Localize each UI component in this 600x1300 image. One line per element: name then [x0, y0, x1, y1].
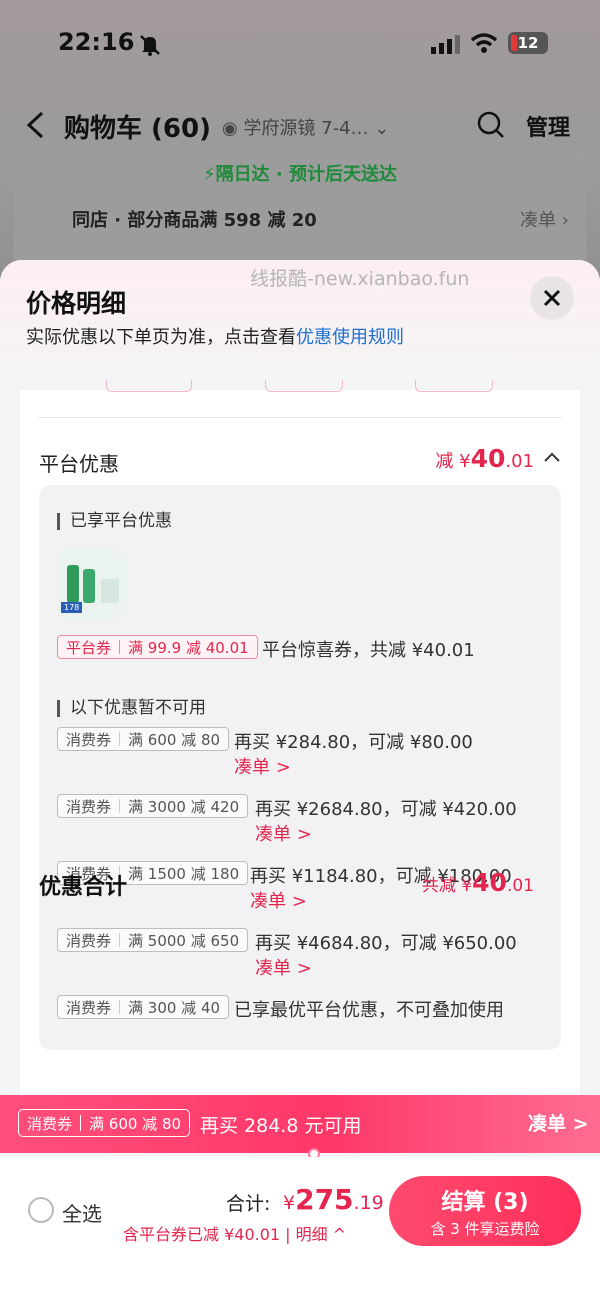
product-bottle	[67, 565, 79, 603]
platform-discount-box: 已享平台优惠 178 平台券满 99.9 减 40.01 平台惊喜券，共减 ¥4…	[39, 485, 561, 1050]
signal-icon	[431, 35, 460, 54]
tag-type: 平台券	[66, 638, 112, 657]
peek-tab	[106, 380, 192, 392]
amount-dec: .01	[505, 451, 534, 472]
express-banner: ⚡隔日达 · 预计后天送达	[202, 164, 397, 185]
address-text: 学府源镜 7-4…	[243, 118, 369, 139]
sum-value: ¥275.19	[283, 1183, 384, 1216]
select-all-radio[interactable]	[28, 1197, 54, 1223]
status-bar: 22:16 12	[0, 28, 600, 62]
tag-type: 消费券	[66, 931, 112, 950]
unavailable-header: 以下优惠暂不可用	[57, 700, 206, 717]
coupon-desc: 再买 ¥284.80，可减 ¥80.00	[234, 732, 473, 753]
bell-muted-icon	[140, 35, 160, 56]
product-bottle	[83, 569, 95, 603]
coupon-tag: 消费券满 3000 减 420	[57, 794, 249, 818]
total-discount-amount: 共减 ¥40.01	[422, 868, 534, 897]
tabs-peek	[20, 380, 580, 394]
shop-cou-label: 凑单	[520, 210, 556, 231]
product-price-tag: 178	[61, 602, 83, 613]
cou-link[interactable]: 凑单 >	[234, 753, 291, 779]
cou-link[interactable]: 凑单 >	[255, 954, 312, 980]
platform-coupon-tag: 平台券满 99.9 减 40.01	[57, 635, 258, 659]
express-text: 隔日达 · 预计后天送达	[215, 164, 397, 185]
checkout-sub: 含 3 件享运费险	[430, 1220, 540, 1238]
sheet-subtitle: 实际优惠以下单页为准，点击查看优惠使用规则	[26, 323, 404, 349]
select-all-label[interactable]: 全选	[62, 1198, 102, 1227]
platform-discount-amount[interactable]: 减 ¥40.01	[435, 444, 534, 473]
back-arrow-icon[interactable]	[24, 110, 46, 140]
search-icon[interactable]	[476, 110, 506, 140]
amount-int: 40	[470, 444, 506, 473]
coupon-bar-cou[interactable]: 凑单 >	[528, 1109, 589, 1136]
battery-indicator: 12	[508, 32, 548, 54]
navbar: 购物车 (60) ◉ 学府源镜 7-4… ⌄ 管理	[0, 100, 600, 150]
enjoyed-header: 已享平台优惠	[57, 513, 172, 530]
tag-rule: 满 600 减 80	[128, 730, 221, 749]
tag-rule: 满 300 减 40	[128, 998, 221, 1017]
tag-rule: 满 1500 减 180	[128, 864, 240, 883]
enjoyed-desc: 平台惊喜券，共减 ¥40.01	[262, 640, 475, 661]
coupon-desc: 已享最优平台优惠，不可叠加使用	[234, 1000, 504, 1021]
address-selector[interactable]: ◉ 学府源镜 7-4… ⌄	[222, 114, 389, 140]
sheet-header: 线报酷-new.xianbao.fun 价格明细 实际优惠以下单页为准，点击查看…	[0, 260, 600, 390]
sheet-subtitle-text: 实际优惠以下单页为准，点击查看	[26, 327, 296, 348]
sum-prefix: ¥	[283, 1192, 296, 1214]
chevron-up-icon[interactable]	[544, 452, 560, 462]
watermark: 线报酷-new.xianbao.fun	[250, 268, 470, 290]
sheet-title: 价格明细	[26, 289, 127, 318]
coupon-bar-text: 再买 284.8 元可用	[200, 1115, 362, 1137]
product-thumbnail[interactable]: 178	[57, 549, 127, 619]
sum-dec: .19	[353, 1192, 384, 1214]
total-dec: .01	[506, 876, 534, 896]
close-icon[interactable]	[530, 276, 574, 320]
sum-label: 合计:	[226, 1193, 271, 1215]
peek-tab	[265, 380, 343, 392]
rules-link[interactable]: 优惠使用规则	[296, 327, 404, 348]
total-int: 40	[472, 868, 507, 897]
status-time: 22:16	[58, 28, 135, 56]
tag-type: 消费券	[66, 730, 112, 749]
tag-rule: 满 600 减 80	[89, 1114, 182, 1133]
page-title: 购物车 (60)	[64, 114, 211, 144]
tag-rule: 满 3000 减 420	[128, 797, 240, 816]
manage-button[interactable]: 管理	[526, 110, 570, 142]
tag-type: 消费券	[66, 998, 112, 1017]
tag-type: 消费券	[66, 797, 112, 816]
coupon-desc: 再买 ¥4684.80，可减 ¥650.00	[255, 933, 517, 954]
checkout-bar: 全选 合计: ¥275.19 含平台券已减 ¥40.01 | 明细 ^ 结算 (…	[0, 1157, 600, 1300]
coupon-tag: 消费券满 5000 减 650	[57, 928, 249, 952]
sum-int: 275	[295, 1183, 354, 1216]
checkout-button[interactable]: 结算 (3) 含 3 件享运费险	[389, 1176, 581, 1246]
detail-toggle[interactable]: 含平台券已减 ¥40.01 | 明细 ^	[123, 1221, 346, 1245]
total-discount-label: 优惠合计	[39, 875, 128, 900]
tag-rule: 满 99.9 减 40.01	[128, 638, 249, 657]
cou-link[interactable]: 凑单 >	[255, 820, 312, 846]
coupon-tag: 消费券满 600 减 80	[57, 727, 230, 751]
tag-rule: 满 5000 减 650	[128, 931, 240, 950]
divider	[38, 417, 562, 418]
platform-discount-label: 平台优惠	[39, 452, 119, 476]
product-box	[101, 579, 119, 603]
cou-link[interactable]: 凑单 >	[250, 887, 307, 913]
amount-prefix: 减 ¥	[435, 451, 471, 472]
tag-type: 消费券	[27, 1114, 73, 1133]
coupon-tag: 消费券满 300 减 40	[57, 995, 230, 1019]
detail-panel: 平台优惠 减 ¥40.01 已享平台优惠 178 平台券满 99.9 减 40.…	[20, 380, 580, 1110]
total-prefix: 共减 ¥	[421, 876, 473, 896]
peek-tab	[415, 380, 493, 392]
coupon-bar-tag: 消费券满 600 减 80	[18, 1109, 191, 1137]
coupon-bar[interactable]: 消费券满 600 减 80 再买 284.8 元可用 凑单 >	[0, 1095, 600, 1153]
checkout-label: 结算 (3)	[441, 1190, 529, 1215]
shop-cou-link[interactable]: 凑单 ›	[520, 206, 569, 232]
shop-promo: 同店 · 部分商品满 598 减 20	[72, 210, 317, 231]
wifi-icon	[470, 33, 498, 53]
coupon-desc: 再买 ¥2684.80，可减 ¥420.00	[255, 799, 517, 820]
